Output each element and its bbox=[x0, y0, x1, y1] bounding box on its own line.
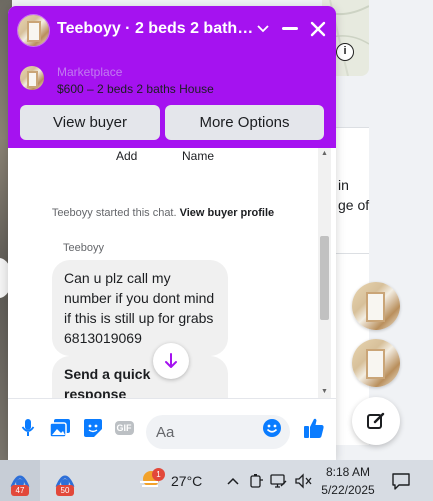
gif-icon: GIF bbox=[114, 421, 134, 435]
info-icon[interactable]: i bbox=[336, 43, 354, 61]
chevron-up-icon bbox=[227, 477, 239, 485]
avatar-image bbox=[352, 339, 400, 387]
system-message: Teeboyy started this chat. View buyer pr… bbox=[8, 207, 318, 219]
buyer-avatar[interactable] bbox=[17, 14, 50, 47]
emoji-button[interactable] bbox=[260, 416, 284, 440]
view-buyer-button[interactable]: View buyer bbox=[20, 105, 160, 140]
taskbar-app-1[interactable]: 47 bbox=[0, 460, 40, 501]
weather-badge: 1 bbox=[152, 468, 165, 481]
minimize-icon bbox=[282, 27, 298, 30]
background-text: ge of bbox=[338, 197, 370, 213]
sender-name: Teeboyy bbox=[63, 242, 104, 254]
avatar-image bbox=[352, 282, 400, 330]
new-message-button[interactable] bbox=[352, 397, 400, 445]
photo-icon bbox=[50, 419, 70, 437]
gif-button[interactable]: GIF bbox=[112, 416, 136, 440]
weather-widget[interactable] bbox=[133, 460, 167, 501]
chat-header: Teeboyy · 2 beds 2 baths House Marketpla… bbox=[8, 6, 336, 148]
scroll-to-bottom-button[interactable] bbox=[153, 343, 189, 379]
battery-icon bbox=[250, 474, 263, 488]
clock-time[interactable]: 8:18 AM bbox=[323, 465, 373, 479]
microphone-icon bbox=[21, 419, 35, 436]
chat-window: Teeboyy · 2 beds 2 baths House Marketpla… bbox=[8, 6, 336, 460]
avatar-image bbox=[18, 15, 49, 46]
cut-off-label: Name bbox=[182, 149, 215, 163]
clock-date[interactable]: 5/22/2025 bbox=[319, 483, 377, 497]
network-tray-icon[interactable] bbox=[270, 472, 288, 490]
battery-tray-icon[interactable] bbox=[247, 472, 265, 490]
incoming-message: Can u plz call my number if you dont min… bbox=[52, 260, 228, 356]
cut-off-label: Add bbox=[116, 149, 138, 163]
taskbar-app-2[interactable]: 50 bbox=[45, 460, 85, 501]
like-button[interactable] bbox=[302, 416, 326, 440]
background-text: in bbox=[338, 177, 349, 193]
scroll-up-arrow[interactable]: ▲ bbox=[321, 150, 328, 157]
compose-icon bbox=[367, 412, 385, 429]
notification-badge: 50 bbox=[56, 485, 74, 496]
view-buyer-profile-link[interactable]: View buyer profile bbox=[180, 207, 275, 219]
listing-image bbox=[20, 66, 44, 90]
message-composer: GIF bbox=[8, 398, 336, 460]
close-icon bbox=[310, 21, 326, 37]
listing-source: Marketplace bbox=[57, 65, 123, 79]
sticker-button[interactable] bbox=[81, 416, 105, 440]
scrollbar[interactable]: ▲ ▼ bbox=[318, 148, 331, 398]
attach-photo-button[interactable] bbox=[48, 416, 72, 440]
system-message-text: Teeboyy started this chat. bbox=[51, 207, 177, 219]
chevron-down-icon bbox=[257, 25, 269, 33]
message-thread: Add Name Teeboyy started this chat. View… bbox=[8, 148, 336, 398]
listing-title[interactable]: $600 – 2 beds 2 baths House bbox=[57, 82, 214, 96]
close-button[interactable] bbox=[305, 16, 331, 42]
listing-thumbnail[interactable] bbox=[20, 66, 44, 90]
show-hidden-icons-button[interactable] bbox=[224, 472, 242, 490]
notification-center-button[interactable] bbox=[391, 471, 411, 491]
chat-head-avatar[interactable] bbox=[352, 339, 400, 387]
scrollbar-thumb[interactable] bbox=[320, 236, 329, 320]
quick-response-card[interactable]: Send a quick response bbox=[52, 356, 228, 398]
thumbs-up-icon bbox=[304, 418, 324, 438]
arrow-down-icon bbox=[165, 353, 177, 368]
scroll-down-arrow[interactable]: ▼ bbox=[321, 388, 328, 395]
temperature[interactable]: 27°C bbox=[171, 473, 202, 489]
voice-clip-button[interactable] bbox=[16, 416, 40, 440]
more-options-button[interactable]: More Options bbox=[165, 105, 324, 140]
emoji-icon bbox=[263, 419, 281, 437]
chat-head-avatar[interactable] bbox=[352, 282, 400, 330]
volume-icon bbox=[295, 473, 312, 489]
volume-tray-icon[interactable] bbox=[295, 472, 313, 490]
sticker-icon bbox=[84, 419, 102, 437]
chat-title[interactable]: Teeboyy · 2 beds 2 baths House bbox=[57, 20, 257, 38]
chevron-down-button[interactable] bbox=[250, 16, 276, 42]
minimize-button[interactable] bbox=[277, 16, 303, 42]
notification-badge: 47 bbox=[11, 485, 29, 496]
taskbar: 47 50 1 27°C 8:18 AM 5/22/2025 bbox=[0, 460, 433, 501]
network-icon bbox=[270, 474, 287, 488]
notification-icon bbox=[392, 472, 410, 490]
